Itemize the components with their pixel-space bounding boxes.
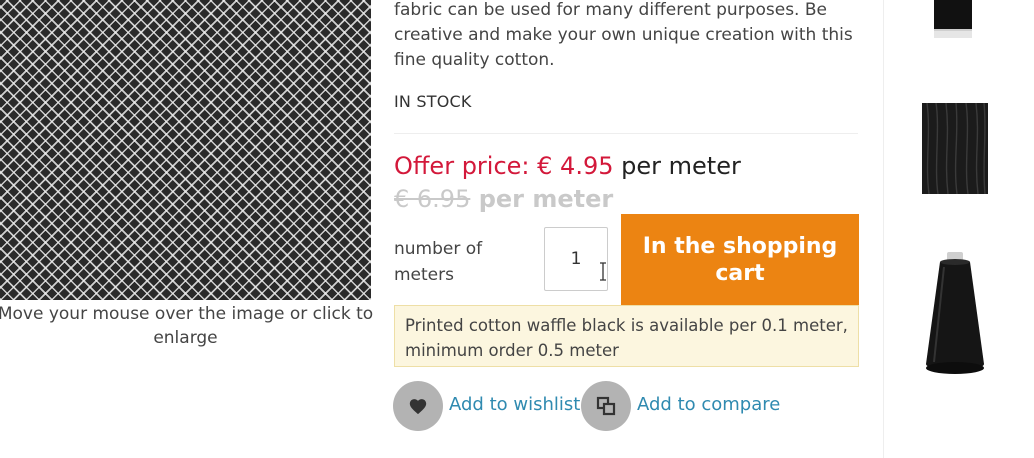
divider xyxy=(394,133,858,134)
product-image[interactable] xyxy=(0,0,371,300)
offer-unit: per meter xyxy=(621,152,741,180)
offer-label: Offer price: xyxy=(394,152,530,180)
old-price-line: € 6.95 per meter xyxy=(394,183,613,215)
add-to-cart-button[interactable]: In the shopping cart xyxy=(621,214,859,305)
heart-icon xyxy=(409,399,427,415)
compare-icon xyxy=(596,396,616,416)
thumbnail-thread-spool[interactable] xyxy=(930,0,976,40)
offer-price-line: Offer price: € 4.95 per meter xyxy=(394,150,741,182)
quantity-input[interactable] xyxy=(544,227,608,291)
thumbnail-black-fabric[interactable] xyxy=(922,103,988,194)
thumbnail-thread-cone[interactable] xyxy=(922,252,988,377)
text-cursor-icon xyxy=(600,262,606,281)
image-caption: Move your mouse over the image or click … xyxy=(0,304,374,348)
availability-notice: Printed cotton waffle black is available… xyxy=(394,305,859,367)
wishlist-link[interactable]: Add to wishlist xyxy=(449,393,580,417)
product-description: fabric can be used for many different pu… xyxy=(394,0,853,70)
offer-price: € 4.95 xyxy=(537,152,614,180)
stock-status: IN STOCK xyxy=(394,92,472,111)
wishlist-button[interactable] xyxy=(393,381,443,431)
quantity-label: number of meters xyxy=(394,239,483,285)
old-price: € 6.95 xyxy=(394,185,471,213)
sidebar-divider xyxy=(883,0,884,458)
compare-button[interactable] xyxy=(581,381,631,431)
compare-link[interactable]: Add to compare xyxy=(637,393,780,417)
old-unit: per meter xyxy=(478,185,614,213)
